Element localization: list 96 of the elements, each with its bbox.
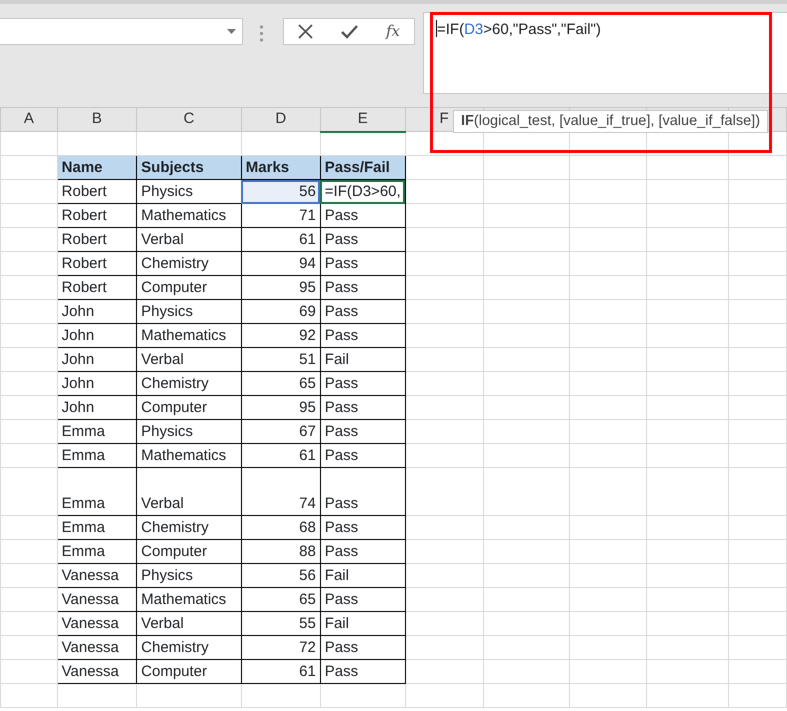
table-cell: Verbal — [136, 348, 242, 372]
table-cell: John — [57, 300, 137, 324]
table-cell: Fail — [320, 612, 406, 636]
table-cell: Mathematics — [136, 444, 242, 468]
column-header[interactable]: B — [57, 108, 137, 132]
table-cell: Pass — [320, 396, 406, 420]
table-cell: 88 — [241, 540, 320, 564]
table-cell: Mathematics — [136, 204, 242, 228]
table-cell: Robert — [57, 204, 137, 228]
table-cell: Physics — [136, 300, 242, 324]
column-heading: Pass/Fail — [320, 156, 406, 180]
table-cell: 51 — [241, 348, 320, 372]
table-cell: Emma — [57, 516, 137, 540]
table-cell: Pass — [320, 636, 406, 660]
cancel-icon[interactable] — [298, 24, 313, 39]
table-cell: Verbal — [136, 228, 242, 252]
table-cell: 67 — [241, 420, 320, 444]
table-cell: Pass — [320, 660, 406, 684]
table-cell: Computer — [136, 540, 242, 564]
column-header[interactable]: E — [320, 108, 406, 132]
table-cell: 72 — [241, 636, 320, 660]
table-cell: Physics — [136, 564, 242, 588]
table-cell: Vanessa — [57, 612, 137, 636]
table-cell: 61 — [241, 444, 320, 468]
function-tooltip: IF(logical_test, [value_if_true], [value_if_false]) — [453, 110, 768, 133]
table-cell: 65 — [241, 588, 320, 612]
column-header[interactable]: D — [241, 108, 320, 132]
table-cell: 65 — [241, 372, 320, 396]
table-cell: Pass — [320, 252, 406, 276]
table-cell: 55 — [241, 612, 320, 636]
table-cell: Verbal — [136, 468, 242, 516]
table-cell: Pass — [320, 444, 406, 468]
table-cell: Mathematics — [136, 324, 242, 348]
table-cell: Computer — [136, 660, 242, 684]
table-cell: Pass — [320, 228, 406, 252]
table-cell: Chemistry — [136, 636, 242, 660]
formula-text: =IF(D3>60,"Pass","Fail") — [436, 21, 601, 38]
table-cell: Pass — [320, 420, 406, 444]
table-cell: Pass — [320, 468, 406, 516]
table-cell: 95 — [241, 276, 320, 300]
dropdown-caret-icon[interactable] — [227, 29, 236, 34]
table-cell: Vanessa — [57, 636, 137, 660]
table-cell: Emma — [57, 468, 137, 516]
table-cell: Fail — [320, 564, 406, 588]
table-cell: Chemistry — [136, 516, 242, 540]
table-cell: Vanessa — [57, 660, 137, 684]
table-cell: Mathematics — [136, 588, 242, 612]
table-cell: Verbal — [136, 612, 242, 636]
table-cell: Emma — [57, 444, 137, 468]
table-cell: Pass — [320, 540, 406, 564]
table-cell: John — [57, 396, 137, 420]
table-cell: Emma — [57, 540, 137, 564]
table-cell: Pass — [320, 324, 406, 348]
formula-bar[interactable]: =IF(D3>60,"Pass","Fail") — [423, 12, 787, 94]
table-cell: =IF(D3>60, — [320, 180, 406, 204]
grip-icon — [259, 24, 264, 43]
table-cell: 56 — [241, 564, 320, 588]
table-cell: Vanessa — [57, 564, 137, 588]
table-cell: John — [57, 348, 137, 372]
column-heading: Subjects — [136, 156, 242, 180]
check-icon[interactable] — [340, 24, 358, 38]
table-cell: 71 — [241, 204, 320, 228]
table-cell: Robert — [57, 276, 137, 300]
table-cell: Pass — [320, 204, 406, 228]
table-cell: 61 — [241, 228, 320, 252]
table-cell: Emma — [57, 420, 137, 444]
table-cell: 61 — [241, 660, 320, 684]
table-cell: Pass — [320, 276, 406, 300]
table-cell: 56 — [241, 180, 320, 204]
table-cell: Computer — [136, 276, 242, 300]
table-cell: 69 — [241, 300, 320, 324]
table-cell: 74 — [241, 468, 320, 516]
column-header[interactable]: A — [0, 108, 58, 132]
table-cell: Pass — [320, 372, 406, 396]
table-cell: 94 — [241, 252, 320, 276]
column-heading: Marks — [241, 156, 320, 180]
table-cell: Computer — [136, 396, 242, 420]
table-cell: Robert — [57, 180, 137, 204]
table-cell: Chemistry — [136, 372, 242, 396]
column-heading: Name — [57, 156, 137, 180]
table-cell: Robert — [57, 228, 137, 252]
column-header[interactable]: C — [136, 108, 242, 132]
table-cell: Vanessa — [57, 588, 137, 612]
insert-function-button[interactable]: fx — [386, 20, 400, 43]
table-cell: 95 — [241, 396, 320, 420]
table-cell: Robert — [57, 252, 137, 276]
table-cell: 92 — [241, 324, 320, 348]
table-cell: Chemistry — [136, 252, 242, 276]
table-cell: John — [57, 372, 137, 396]
table-cell: Pass — [320, 588, 406, 612]
table-cell: John — [57, 324, 137, 348]
table-cell: Pass — [320, 300, 406, 324]
table-cell: Physics — [136, 420, 242, 444]
table-cell: Fail — [320, 348, 406, 372]
table-cell: 68 — [241, 516, 320, 540]
table-cell: Pass — [320, 516, 406, 540]
